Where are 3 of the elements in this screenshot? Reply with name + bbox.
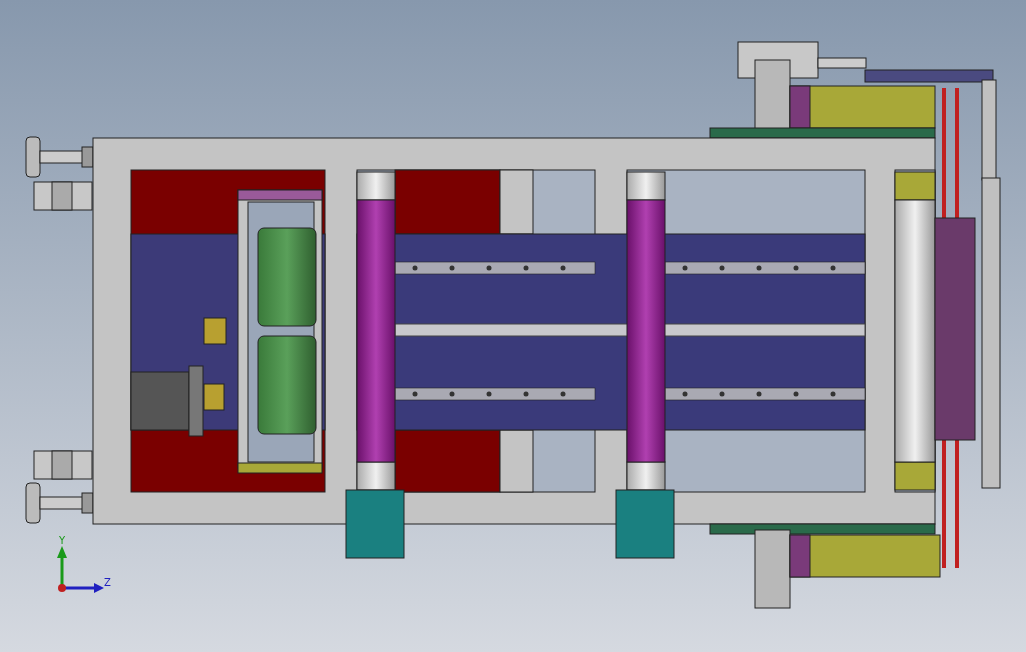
- axis-triad-icon: [57, 546, 104, 593]
- axis-label: Y: [59, 535, 66, 546]
- axis-label: Z: [104, 577, 111, 588]
